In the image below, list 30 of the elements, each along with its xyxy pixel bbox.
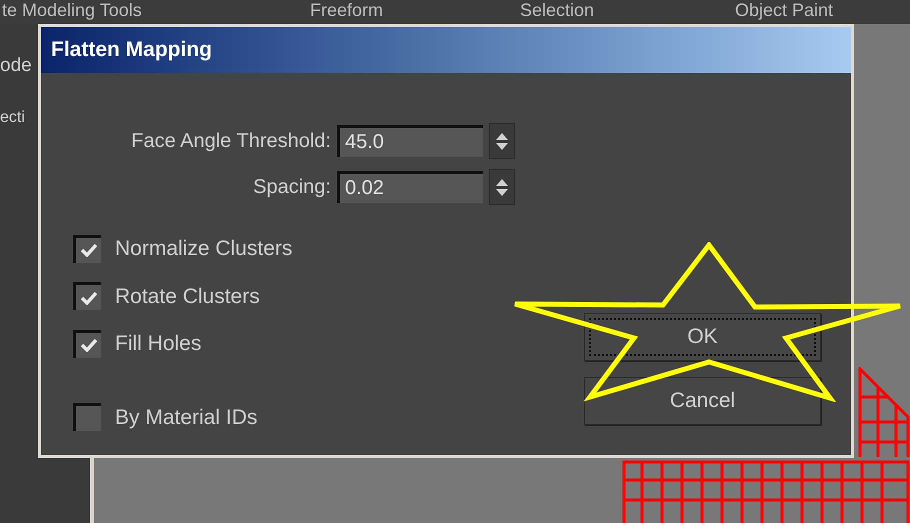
checkbox[interactable]	[73, 282, 101, 310]
down-arrow-icon	[496, 142, 508, 150]
spinner[interactable]	[489, 169, 515, 205]
ribbon-tab[interactable]: Freeform	[255, 0, 470, 20]
checkbox-label: By Material IDs	[115, 404, 258, 430]
spinner[interactable]	[489, 123, 515, 159]
ribbon-tab[interactable]: Object Paint	[685, 0, 910, 20]
check-icon	[80, 290, 96, 305]
side-label: ode	[0, 54, 33, 78]
field-label: Spacing:	[252, 175, 331, 200]
checkbox-label: Rotate Clusters	[115, 284, 260, 310]
checkbox-label: Normalize Clusters	[115, 236, 292, 262]
window-title: Flatten Mapping	[51, 37, 212, 64]
number-field[interactable]: 45.0	[337, 125, 483, 157]
dialog-button[interactable]: Cancel	[584, 377, 821, 425]
ribbon-tab[interactable]: Selection	[470, 0, 685, 20]
checkbox[interactable]	[73, 234, 101, 263]
checkbox-label: Fill Holes	[115, 331, 202, 357]
check-icon	[80, 243, 96, 258]
side-label: ecti	[0, 108, 26, 128]
checkbox[interactable]	[73, 403, 101, 432]
dialog-button[interactable]: OK	[584, 313, 821, 361]
up-arrow-icon	[496, 178, 508, 186]
field-label: Face Angle Threshold:	[130, 129, 331, 154]
ribbon-tab[interactable]: te Modeling Tools	[0, 0, 255, 20]
number-field[interactable]: 0.02	[337, 171, 483, 203]
check-icon	[80, 338, 96, 352]
up-arrow-icon	[496, 132, 508, 140]
checkbox[interactable]	[73, 330, 101, 358]
down-arrow-icon	[496, 188, 508, 196]
